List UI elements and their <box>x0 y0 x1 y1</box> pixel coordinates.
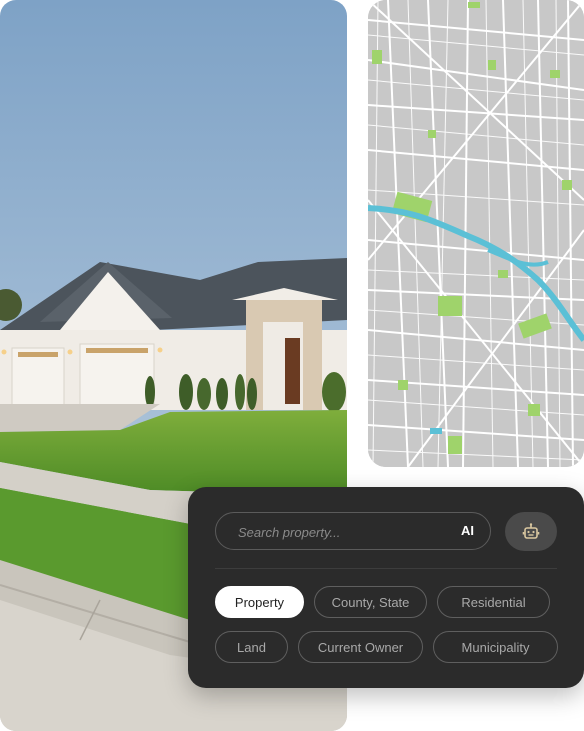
filter-chip-label: Residential <box>461 594 526 610</box>
ai-assistant-button[interactable] <box>505 512 557 551</box>
ai-label[interactable]: AI <box>461 523 474 538</box>
property-search-panel: AI Property County, State Residential La… <box>188 487 584 688</box>
city-map <box>368 0 584 467</box>
divider <box>215 568 557 569</box>
search-bar: AI <box>215 512 491 551</box>
filter-chip-residential[interactable]: Residential <box>437 586 550 618</box>
map-illustration <box>368 0 584 467</box>
filter-chip-county-state[interactable]: County, State <box>314 586 427 618</box>
filter-chip-municipality[interactable]: Municipality <box>433 631 558 663</box>
filter-chip-label: Municipality <box>461 639 530 655</box>
filter-chip-property[interactable]: Property <box>215 586 304 618</box>
search-input[interactable] <box>236 513 455 551</box>
filter-chip-land[interactable]: Land <box>215 631 288 663</box>
filter-chip-label: Land <box>237 639 266 655</box>
filter-chip-label: Current Owner <box>317 639 404 655</box>
robot-icon <box>522 522 540 539</box>
filter-chip-label: County, State <box>331 594 410 610</box>
filter-chip-current-owner[interactable]: Current Owner <box>298 631 423 663</box>
filter-chip-label: Property <box>234 594 285 610</box>
